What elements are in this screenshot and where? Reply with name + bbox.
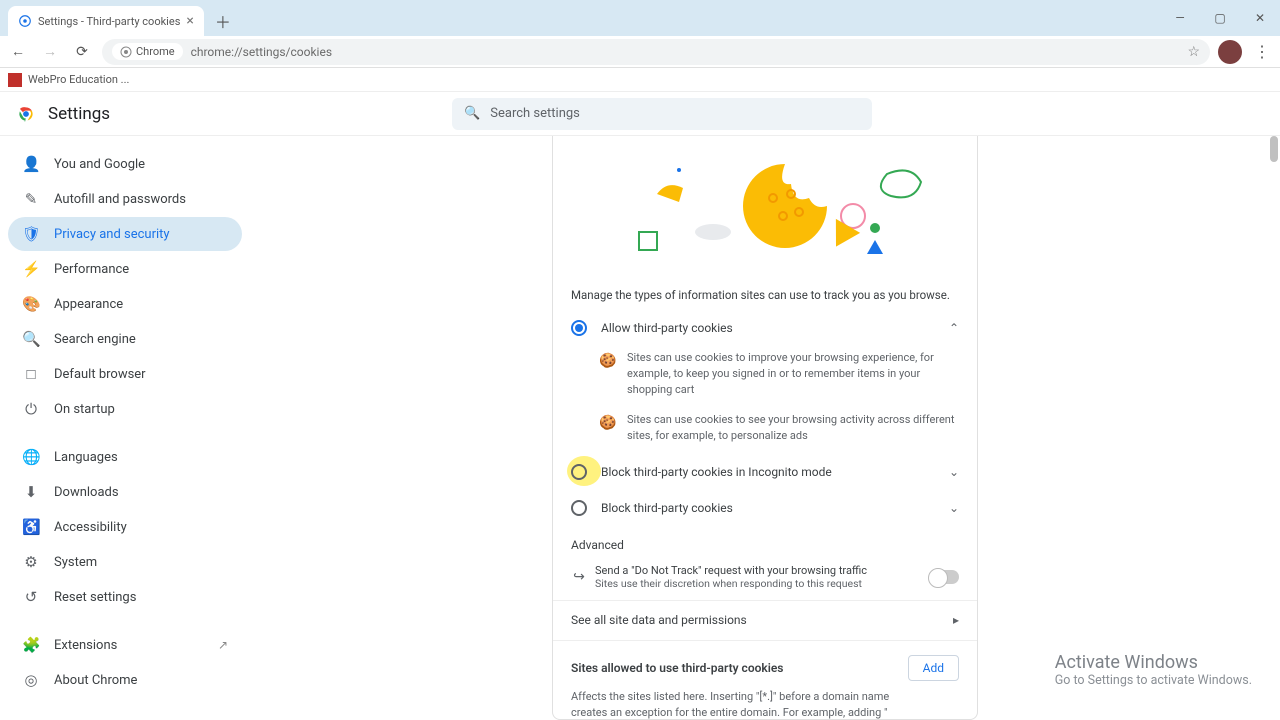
chevron-down-icon[interactable]: ⌄	[949, 501, 959, 515]
option-allow-detail-1: 🍪 Sites can use cookies to improve your …	[571, 346, 959, 408]
sidebar-item-accessibility[interactable]: ♿Accessibility	[8, 510, 242, 544]
sidebar-item-about[interactable]: ◎About Chrome	[8, 663, 242, 697]
sidebar-item-on-startup[interactable]: ⏻On startup	[8, 392, 242, 426]
chrome-icon: ◎	[22, 671, 40, 689]
allowed-sites-desc: Affects the sites listed here. Inserting…	[571, 689, 911, 720]
browser-titlebar: Settings - Third-party cookies × ＋ — ▢ ✕	[0, 0, 1280, 36]
site-chip[interactable]: Chrome	[112, 43, 183, 60]
address-bar[interactable]: Chrome chrome://settings/cookies ☆	[102, 39, 1210, 65]
option-allow[interactable]: Allow third-party cookies ⌃	[571, 310, 959, 346]
chevron-right-icon: ▸	[953, 613, 959, 627]
download-icon: ⬇	[22, 483, 40, 501]
scrollbar[interactable]	[1268, 136, 1280, 720]
shield-icon: 🛡	[22, 225, 40, 243]
cookie-icon: 🍪	[599, 350, 615, 398]
maximize-button[interactable]: ▢	[1200, 0, 1240, 36]
app-header: Settings 🔍 Search settings	[0, 92, 1280, 136]
option-block-all[interactable]: Block third-party cookies ⌄	[571, 490, 959, 526]
radio-selected-icon[interactable]	[571, 320, 587, 336]
sidebar-item-downloads[interactable]: ⬇Downloads	[8, 475, 242, 509]
cookie-options: Allow third-party cookies ⌃ 🍪 Sites can …	[553, 310, 977, 526]
tab-title: Settings - Third-party cookies	[38, 15, 180, 28]
bolt-icon: ⚡	[22, 260, 40, 278]
bookmark-item[interactable]: WebPro Education ...	[28, 73, 129, 86]
sidebar: 👤You and Google ✎Autofill and passwords …	[0, 136, 250, 720]
option-allow-detail-2: 🍪 Sites can use cookies to see your brow…	[571, 408, 959, 454]
window-controls: — ▢ ✕	[1160, 0, 1280, 36]
paint-icon: 🎨	[22, 295, 40, 313]
menu-button[interactable]: ⋮	[1250, 42, 1274, 61]
scroll-thumb[interactable]	[1270, 136, 1278, 162]
add-button[interactable]: Add	[908, 655, 959, 681]
allowed-sites-section: Sites allowed to use third-party cookies…	[553, 640, 977, 720]
page-title: Settings	[48, 104, 110, 124]
person-icon: 👤	[22, 155, 40, 173]
advanced-heading: Advanced	[553, 526, 977, 558]
dnt-toggle[interactable]	[929, 570, 959, 584]
bookmarks-bar: WebPro Education ...	[0, 68, 1280, 92]
main-content: Manage the types of information sites ca…	[250, 136, 1280, 720]
browser-toolbar: ← → ⟳ Chrome chrome://settings/cookies ☆…	[0, 36, 1280, 68]
bookmark-favicon	[8, 73, 22, 87]
sidebar-item-languages[interactable]: 🌐Languages	[8, 440, 242, 474]
extensions-icon: 🧩	[22, 636, 40, 654]
cookie-icon: 🍪	[599, 412, 615, 444]
settings-body: 👤You and Google ✎Autofill and passwords …	[0, 136, 1280, 720]
new-tab-button[interactable]: ＋	[210, 8, 236, 34]
chevron-down-icon[interactable]: ⌄	[949, 465, 959, 479]
accessibility-icon: ♿	[22, 518, 40, 536]
settings-card: Manage the types of information sites ca…	[552, 136, 978, 720]
search-settings-input[interactable]: 🔍 Search settings	[452, 98, 872, 130]
minimize-button[interactable]: —	[1160, 0, 1200, 36]
sidebar-item-reset[interactable]: ↺Reset settings	[8, 580, 242, 614]
forward-button[interactable]: →	[38, 40, 62, 64]
power-icon: ⏻	[22, 400, 40, 418]
close-icon[interactable]: ×	[186, 13, 193, 29]
see-all-site-data[interactable]: See all site data and permissions ▸	[553, 600, 977, 640]
radio-icon[interactable]	[571, 464, 587, 480]
share-icon: ↪	[571, 569, 587, 585]
sidebar-item-system[interactable]: ⚙System	[8, 545, 242, 579]
do-not-track-row: ↪ Send a "Do Not Track" request with you…	[553, 558, 977, 600]
sidebar-item-autofill[interactable]: ✎Autofill and passwords	[8, 182, 242, 216]
sidebar-item-default-browser[interactable]: □Default browser	[8, 357, 242, 391]
windows-activation-watermark: Activate Windows Go to Settings to activ…	[1055, 652, 1252, 688]
chrome-icon	[120, 46, 132, 58]
settings-app: Settings 🔍 Search settings 👤You and Goog…	[0, 92, 1280, 720]
radio-icon[interactable]	[571, 500, 587, 516]
chrome-logo-icon	[16, 104, 36, 124]
profile-avatar[interactable]	[1218, 40, 1242, 64]
reload-button[interactable]: ⟳	[70, 40, 94, 64]
option-block-incognito[interactable]: Block third-party cookies in Incognito m…	[571, 454, 959, 490]
search-placeholder: Search settings	[490, 106, 580, 121]
search-icon: 🔍	[22, 330, 40, 348]
close-button[interactable]: ✕	[1240, 0, 1280, 36]
cookie-illustration	[553, 136, 977, 276]
system-icon: ⚙	[22, 553, 40, 571]
sidebar-item-extensions[interactable]: 🧩Extensions↗	[8, 628, 242, 662]
bookmark-star-icon[interactable]: ☆	[1187, 44, 1200, 60]
sidebar-item-performance[interactable]: ⚡Performance	[8, 252, 242, 286]
url-text: chrome://settings/cookies	[191, 45, 332, 59]
external-link-icon: ↗	[218, 638, 228, 652]
sidebar-item-you-and-google[interactable]: 👤You and Google	[8, 147, 242, 181]
reset-icon: ↺	[22, 588, 40, 606]
search-icon: 🔍	[464, 106, 480, 121]
globe-icon: 🌐	[22, 448, 40, 466]
sidebar-item-search-engine[interactable]: 🔍Search engine	[8, 322, 242, 356]
allowed-sites-title: Sites allowed to use third-party cookies	[571, 661, 783, 675]
back-button[interactable]: ←	[6, 40, 30, 64]
sidebar-item-appearance[interactable]: 🎨Appearance	[8, 287, 242, 321]
lead-text: Manage the types of information sites ca…	[553, 276, 977, 310]
gear-icon	[18, 14, 32, 28]
browser-icon: □	[22, 365, 40, 383]
autofill-icon: ✎	[22, 190, 40, 208]
sidebar-item-privacy[interactable]: 🛡Privacy and security	[8, 217, 242, 251]
browser-tab[interactable]: Settings - Third-party cookies ×	[8, 6, 204, 36]
chevron-up-icon[interactable]: ⌃	[949, 321, 959, 335]
